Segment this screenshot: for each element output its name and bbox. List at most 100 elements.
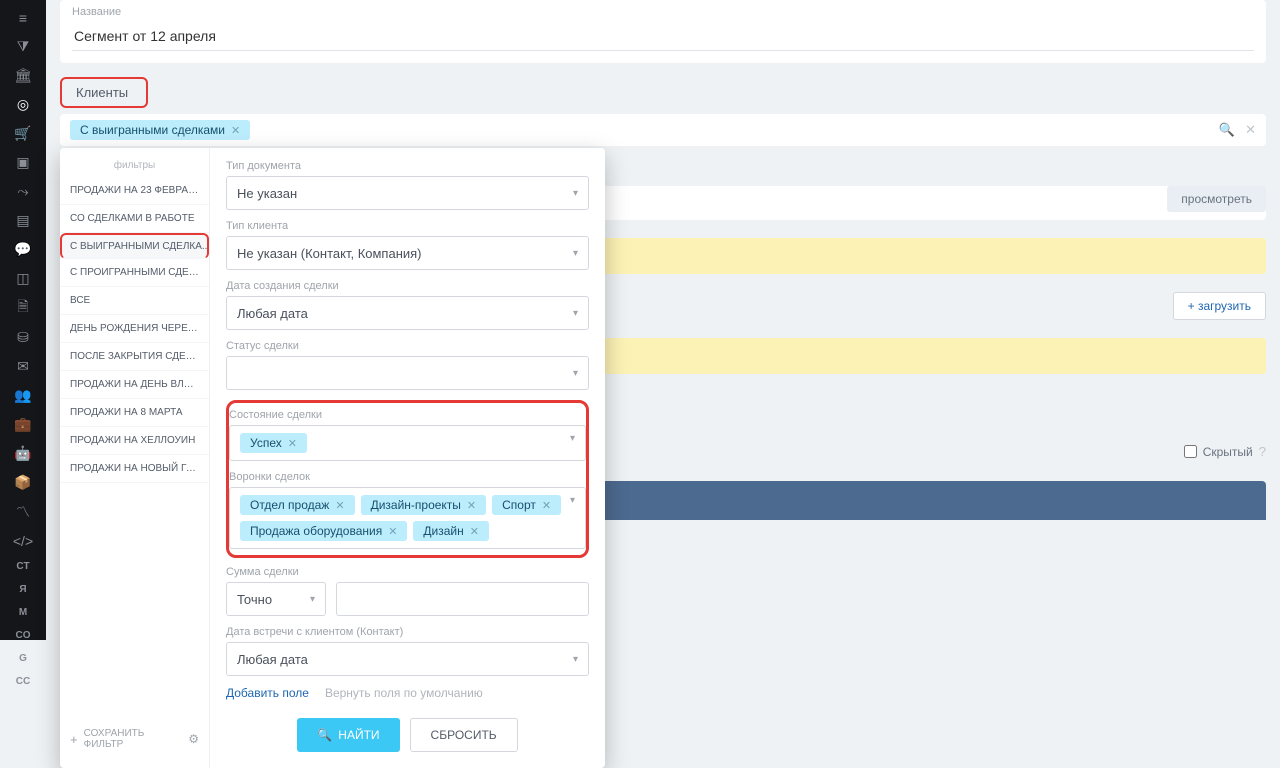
nav-co[interactable]: CO (16, 630, 31, 641)
save-filter-link[interactable]: СОХРАНИТЬ ФИЛЬТР (84, 728, 183, 750)
gear-icon[interactable]: ⚙ (188, 732, 199, 746)
plus-icon[interactable]: + (70, 732, 78, 747)
chat-icon[interactable]: 💬 (14, 241, 32, 258)
amount-value-input[interactable] (336, 582, 589, 616)
clear-search-icon[interactable]: ✕ (1245, 122, 1256, 138)
filter-presets-column: фильтры ПРОДАЖИ НА 23 ФЕВРАЛЯСО СДЕЛКАМИ… (60, 148, 210, 768)
deal-state-select[interactable]: Успех✕ ▾ (229, 425, 586, 461)
tab-clients[interactable]: Клиенты (60, 77, 148, 108)
hidden-label: Скрытый (1203, 445, 1253, 459)
client-type-label: Тип клиента (226, 220, 589, 232)
preset-item[interactable]: С ПРОИГРАННЫМИ СДЕЛК... (60, 259, 209, 287)
tag-remove-icon[interactable]: ✕ (288, 437, 297, 450)
filter-search-bar[interactable]: С выигранными сделками ✕ 🔍 ✕ фильтры ПРО… (60, 114, 1266, 146)
nav-ct[interactable]: CT (16, 561, 29, 572)
archive-icon[interactable]: ▣ (14, 154, 32, 171)
meeting-date-select[interactable]: Любая дата ▾ (226, 642, 589, 676)
funnels-label: Воронки сделок (229, 471, 586, 483)
nav-m[interactable]: M (19, 607, 27, 618)
drive-icon[interactable]: ▤ (14, 212, 32, 229)
filter-tag[interactable]: Дизайн-проекты✕ (361, 495, 487, 515)
document-icon[interactable]: 🗎 (14, 299, 32, 317)
robot-icon[interactable]: 🤖 (14, 445, 32, 462)
preset-item[interactable]: СО СДЕЛКАМИ В РАБОТЕ (60, 205, 209, 233)
client-type-value: Не указан (Контакт, Компания) (237, 246, 422, 261)
left-nav-rail: ≡ ⧩ 🏛 ◎ 🛒 ▣ ⤳ ▤ 💬 ◫ 🗎 ⛁ ✉ 👥 💼 🤖 📦 〽 </> … (0, 0, 46, 640)
plus-icon: + (1188, 299, 1198, 313)
chevron-down-icon: ▾ (573, 308, 578, 319)
chevron-down-icon: ▾ (570, 433, 575, 444)
tag-remove-icon[interactable]: ✕ (542, 499, 551, 512)
cart-icon[interactable]: 🛒 (14, 125, 32, 142)
segment-name-block: Название (60, 0, 1266, 63)
menu-icon[interactable]: ≡ (14, 10, 32, 26)
filter-tag[interactable]: Продажа оборудования✕ (240, 521, 407, 541)
chevron-down-icon: ▾ (573, 188, 578, 199)
segment-name-label: Название (72, 6, 1254, 18)
add-field-link[interactable]: Добавить поле (226, 686, 309, 700)
people-icon[interactable]: 👥 (14, 387, 32, 404)
chevron-down-icon: ▾ (573, 654, 578, 665)
search-icon[interactable]: 🔍 (1219, 122, 1235, 138)
briefcase-icon[interactable]: 💼 (14, 416, 32, 433)
doc-type-value: Не указан (237, 186, 297, 201)
pulse-icon[interactable]: 〽 (14, 503, 32, 521)
box-icon[interactable]: 📦 (14, 474, 32, 491)
help-icon[interactable]: ? (1259, 444, 1266, 459)
deal-status-label: Статус сделки (226, 340, 589, 352)
funnels-select[interactable]: Отдел продаж✕ Дизайн-проекты✕Спорт✕ Продаж… (229, 487, 586, 549)
upload-button[interactable]: + загрузить (1173, 292, 1266, 320)
find-button[interactable]: 🔍 НАЙТИ (297, 718, 399, 752)
active-filter-chip[interactable]: С выигранными сделками ✕ (70, 120, 250, 140)
tag-remove-icon[interactable]: ✕ (470, 525, 479, 538)
deal-state-label: Состояние сделки (229, 409, 586, 421)
filter-tag[interactable]: Отдел продаж✕ (240, 495, 355, 515)
tag-remove-icon[interactable]: ✕ (335, 499, 344, 512)
clear-button[interactable]: СБРОСИТЬ (410, 718, 518, 752)
find-button-label: НАЙТИ (338, 728, 379, 742)
storage-icon[interactable]: ⛁ (14, 329, 32, 346)
preset-item[interactable]: ПРОДАЖИ НА ДЕНЬ ВЛЮБ... (60, 371, 209, 399)
code-icon[interactable]: </> (14, 533, 32, 549)
preset-item[interactable]: ПРОДАЖИ НА ХЕЛЛОУИН (60, 427, 209, 455)
target-icon[interactable]: ◎ (14, 96, 32, 113)
preset-item[interactable]: ДЕНЬ РОЖДЕНИЯ ЧЕРЕЗ 5 ... (60, 315, 209, 343)
presets-title: фильтры (60, 156, 209, 177)
search-icon: 🔍 (317, 728, 332, 742)
preset-item[interactable]: ПОСЛЕ ЗАКРЫТИЯ СДЕЛКИ (60, 343, 209, 371)
preset-item[interactable]: ВСЕ (60, 287, 209, 315)
flow-icon[interactable]: ⤳ (14, 183, 32, 200)
amount-mode-value: Точно (237, 592, 272, 607)
preset-item[interactable]: ПРОДАЖИ НА 8 МАРТА (60, 399, 209, 427)
mail-icon[interactable]: ✉ (14, 358, 32, 375)
preset-item[interactable]: ПРОДАЖИ НА НОВЫЙ ГОД (60, 455, 209, 483)
reset-fields-link[interactable]: Вернуть поля по умолчанию (325, 686, 483, 700)
tag-remove-icon[interactable]: ✕ (467, 499, 476, 512)
filter-tag[interactable]: Успех✕ (240, 433, 307, 453)
deal-status-select[interactable]: ▾ (226, 356, 589, 390)
chevron-down-icon: ▾ (573, 248, 578, 259)
deal-state-and-funnels-group: Состояние сделки Успех✕ ▾ Воронки сделок… (226, 400, 589, 558)
chip-remove-icon[interactable]: ✕ (231, 124, 240, 137)
filter-tag[interactable]: Спорт✕ (492, 495, 561, 515)
amount-label: Сумма сделки (226, 566, 589, 578)
doc-type-select[interactable]: Не указан ▾ (226, 176, 589, 210)
preset-item[interactable]: С ВЫИГРАННЫМИ СДЕЛКА... (60, 233, 209, 259)
deal-date-select[interactable]: Любая дата ▾ (226, 296, 589, 330)
tag-remove-icon[interactable]: ✕ (388, 525, 397, 538)
inventory-icon[interactable]: ◫ (14, 270, 32, 287)
filter-fields-column: Тип документа Не указан ▾ Тип клиента Не… (210, 148, 605, 768)
bank-icon[interactable]: 🏛 (14, 67, 32, 84)
preset-item[interactable]: ПРОДАЖИ НА 23 ФЕВРАЛЯ (60, 177, 209, 205)
filter-tag[interactable]: Дизайн✕ (413, 521, 489, 541)
segment-name-input[interactable] (72, 22, 1254, 51)
chevron-down-icon: ▾ (310, 594, 315, 605)
client-type-select[interactable]: Не указан (Контакт, Компания) ▾ (226, 236, 589, 270)
deal-date-label: Дата создания сделки (226, 280, 589, 292)
filter-dropdown-panel: фильтры ПРОДАЖИ НА 23 ФЕВРАЛЯСО СДЕЛКАМИ… (60, 148, 605, 768)
hidden-checkbox[interactable] (1184, 445, 1197, 458)
filter-icon[interactable]: ⧩ (14, 38, 32, 55)
nav-ya[interactable]: Я (19, 584, 26, 595)
amount-mode-select[interactable]: Точно ▾ (226, 582, 326, 616)
preview-button[interactable]: просмотреть (1167, 186, 1266, 212)
